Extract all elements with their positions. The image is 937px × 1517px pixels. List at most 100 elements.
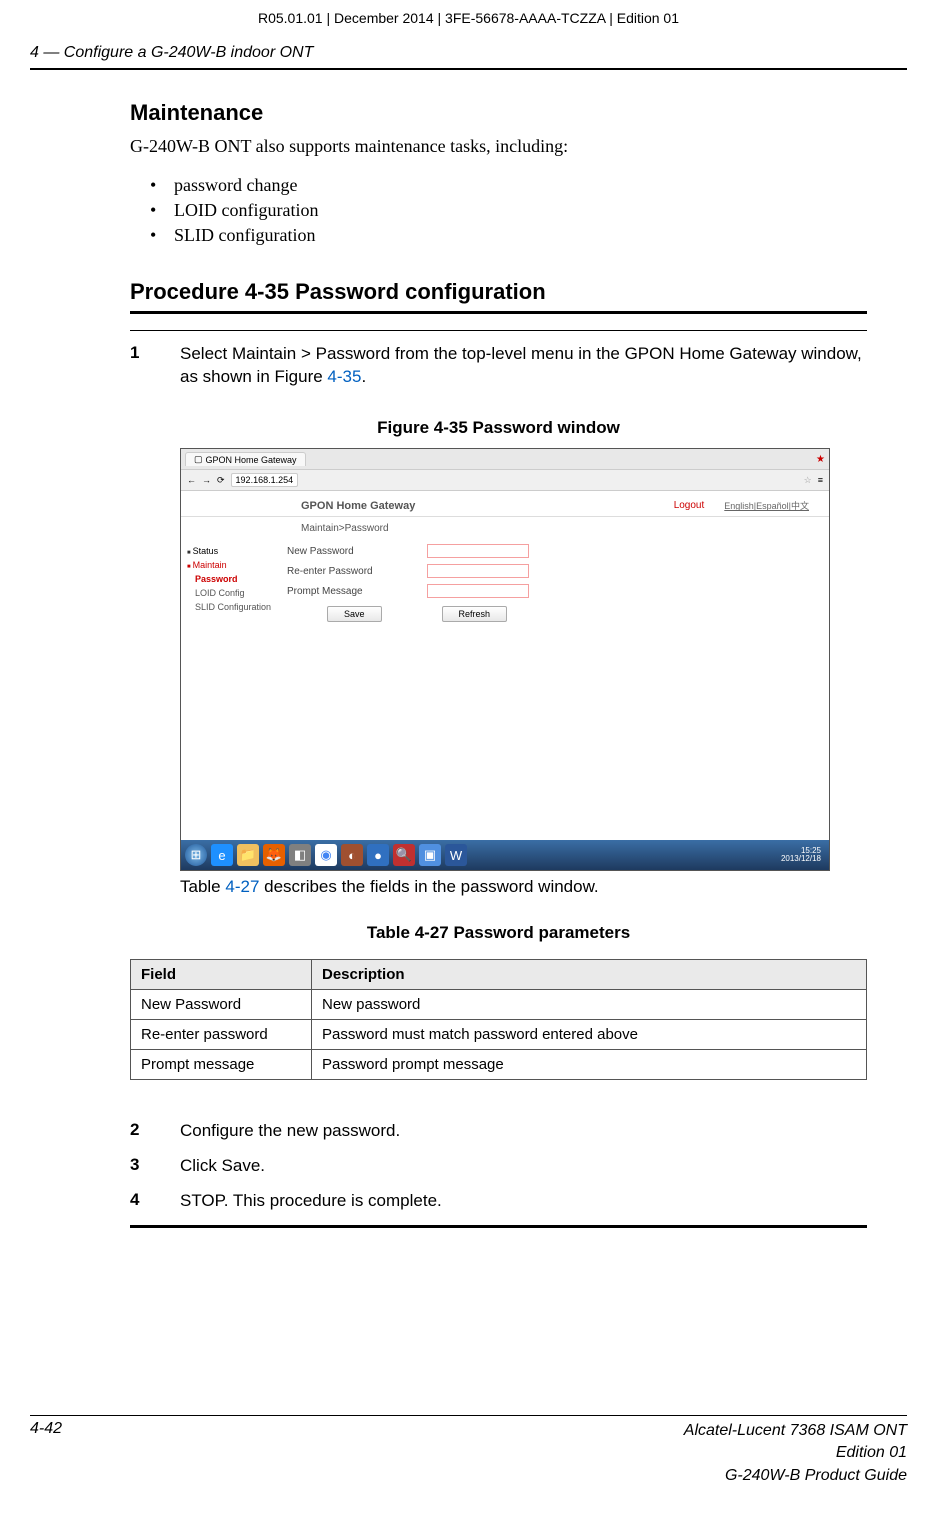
app-icon[interactable]: 🔍 [393,844,415,866]
browser-tab-bar: ▢ GPON Home Gateway ★ [181,449,829,470]
url-field[interactable]: 192.168.1.254 [231,473,299,487]
footer-rule [30,1415,907,1416]
taskbar: ⊞ e 📁 🦊 ◧ ◉ ◐ ● 🔍 ▣ W 15:25 2013/12/18 [181,840,829,870]
app-title: GPON Home Gateway [301,500,415,512]
table-header-row: Field Description [131,960,867,990]
url-text: 192.168.1.254 [236,475,294,485]
footer-guide: G-240W-B Product Guide [684,1465,907,1487]
language-links[interactable]: English|Español|中文 [724,499,809,512]
logout-link[interactable]: Logout [674,500,705,511]
step-2: 2 Configure the new password. [130,1120,867,1143]
page-number: 4-42 [30,1420,62,1487]
step-text-b: . [361,367,366,386]
table-cell: Prompt message [131,1050,312,1080]
table-cell: Re-enter password [131,1020,312,1050]
password-form: New Password Re-enter Password Prompt Me… [287,540,829,660]
new-password-input[interactable] [427,544,529,558]
favorite-icon[interactable]: ☆ [804,475,812,486]
header-rule [30,68,907,70]
reenter-password-label: Re-enter Password [287,566,427,577]
figure-ref-link[interactable]: 4-35 [327,367,361,386]
table-row: Re-enter password Password must match pa… [131,1020,867,1050]
taskbar-clock[interactable]: 15:25 2013/12/18 [781,847,825,865]
tab-title: GPON Home Gateway [206,455,297,465]
prompt-message-label: Prompt Message [287,586,427,597]
table-row: Prompt message Password prompt message [131,1050,867,1080]
forward-icon[interactable]: → [202,475,211,485]
menu-icon[interactable]: ≡ [818,475,823,485]
step-text-a: Select Maintain > Password from the top-… [180,344,862,386]
prompt-message-input[interactable] [427,584,529,598]
table-header-field: Field [131,960,312,990]
back-icon[interactable]: ← [187,475,196,485]
step-text: Click Save. [180,1155,265,1178]
sidebar: Status Maintain Password LOID Config SLI… [181,540,287,660]
app-icon[interactable]: ● [367,844,389,866]
list-item: LOID configuration [150,198,867,223]
step-1: 1 Select Maintain > Password from the to… [130,343,867,389]
app-icon[interactable]: ◐ [341,844,363,866]
step-4: 4 STOP. This procedure is complete. [130,1190,867,1213]
after-figure-text: Table 4-27 describes the fields in the p… [180,877,867,897]
page-footer: 4-42 Alcatel-Lucent 7368 ISAM ONT Editio… [30,1415,907,1487]
reload-icon[interactable]: ⟳ [217,475,225,486]
table-cell: Password must match password entered abo… [312,1020,867,1050]
ie-icon[interactable]: e [211,844,233,866]
form-row: New Password [287,544,829,558]
refresh-button[interactable]: Refresh [442,606,508,622]
sidebar-item-status[interactable]: Status [187,544,287,558]
table-header-description: Description [312,960,867,990]
sidebar-item-loid[interactable]: LOID Config [187,586,287,600]
step-text: Select Maintain > Password from the top-… [180,343,867,389]
app-icon[interactable]: ◧ [289,844,311,866]
step-number: 1 [130,343,180,389]
table-ref-link[interactable]: 4-27 [225,877,259,896]
page-icon: ▢ [194,454,203,465]
step-3: 3 Click Save. [130,1155,867,1178]
app-header: GPON Home Gateway Logout English|Español… [181,491,829,517]
bookmark-star-icon[interactable]: ★ [816,454,825,465]
figure-empty-space [181,660,829,840]
chrome-icon[interactable]: ◉ [315,844,337,866]
save-button[interactable]: Save [327,606,382,622]
browser-tab[interactable]: ▢ GPON Home Gateway [185,452,306,466]
breadcrumb: Maintain>Password [181,517,829,540]
step-text: STOP. This procedure is complete. [180,1190,442,1213]
text-a: Table [180,877,225,896]
start-button-icon[interactable]: ⊞ [185,844,207,866]
app-main: Status Maintain Password LOID Config SLI… [181,540,829,660]
list-item: SLID configuration [150,223,867,248]
procedure-heading: Procedure 4-35 Password configuration [130,279,867,305]
figure-caption: Figure 4-35 Password window [130,418,867,438]
word-icon[interactable]: W [445,844,467,866]
password-parameters-table: Field Description New Password New passw… [130,959,867,1080]
maintenance-intro: G-240W-B ONT also supports maintenance t… [130,136,867,157]
step-number: 4 [130,1190,180,1213]
procedure-top-rule [130,311,867,314]
sidebar-item-slid[interactable]: SLID Configuration [187,600,287,614]
sidebar-item-maintain[interactable]: Maintain [187,558,287,572]
table-cell: New password [312,990,867,1020]
footer-edition: Edition 01 [684,1442,907,1464]
browser-url-bar: ← → ⟳ 192.168.1.254 ☆ ≡ [181,470,829,491]
step-text: Configure the new password. [180,1120,400,1143]
app-icon[interactable]: ▣ [419,844,441,866]
footer-product: Alcatel-Lucent 7368 ISAM ONT [684,1420,907,1442]
firefox-icon[interactable]: 🦊 [263,844,285,866]
table-caption: Table 4-27 Password parameters [130,923,867,943]
maintenance-list: password change LOID configuration SLID … [130,173,867,249]
sidebar-item-password[interactable]: Password [187,572,287,586]
procedure-thin-rule [130,330,867,331]
maintenance-heading: Maintenance [130,100,867,126]
step-number: 2 [130,1120,180,1143]
explorer-icon[interactable]: 📁 [237,844,259,866]
form-row: Re-enter Password [287,564,829,578]
form-row: Prompt Message [287,584,829,598]
table-cell: New Password [131,990,312,1020]
figure-screenshot: ▢ GPON Home Gateway ★ ← → ⟳ 192.168.1.25… [180,448,830,871]
procedure-end-rule [130,1225,867,1228]
list-item: password change [150,173,867,198]
reenter-password-input[interactable] [427,564,529,578]
clock-date: 2013/12/18 [781,855,821,864]
running-header: 4 — Configure a G-240W-B indoor ONT [30,44,907,62]
